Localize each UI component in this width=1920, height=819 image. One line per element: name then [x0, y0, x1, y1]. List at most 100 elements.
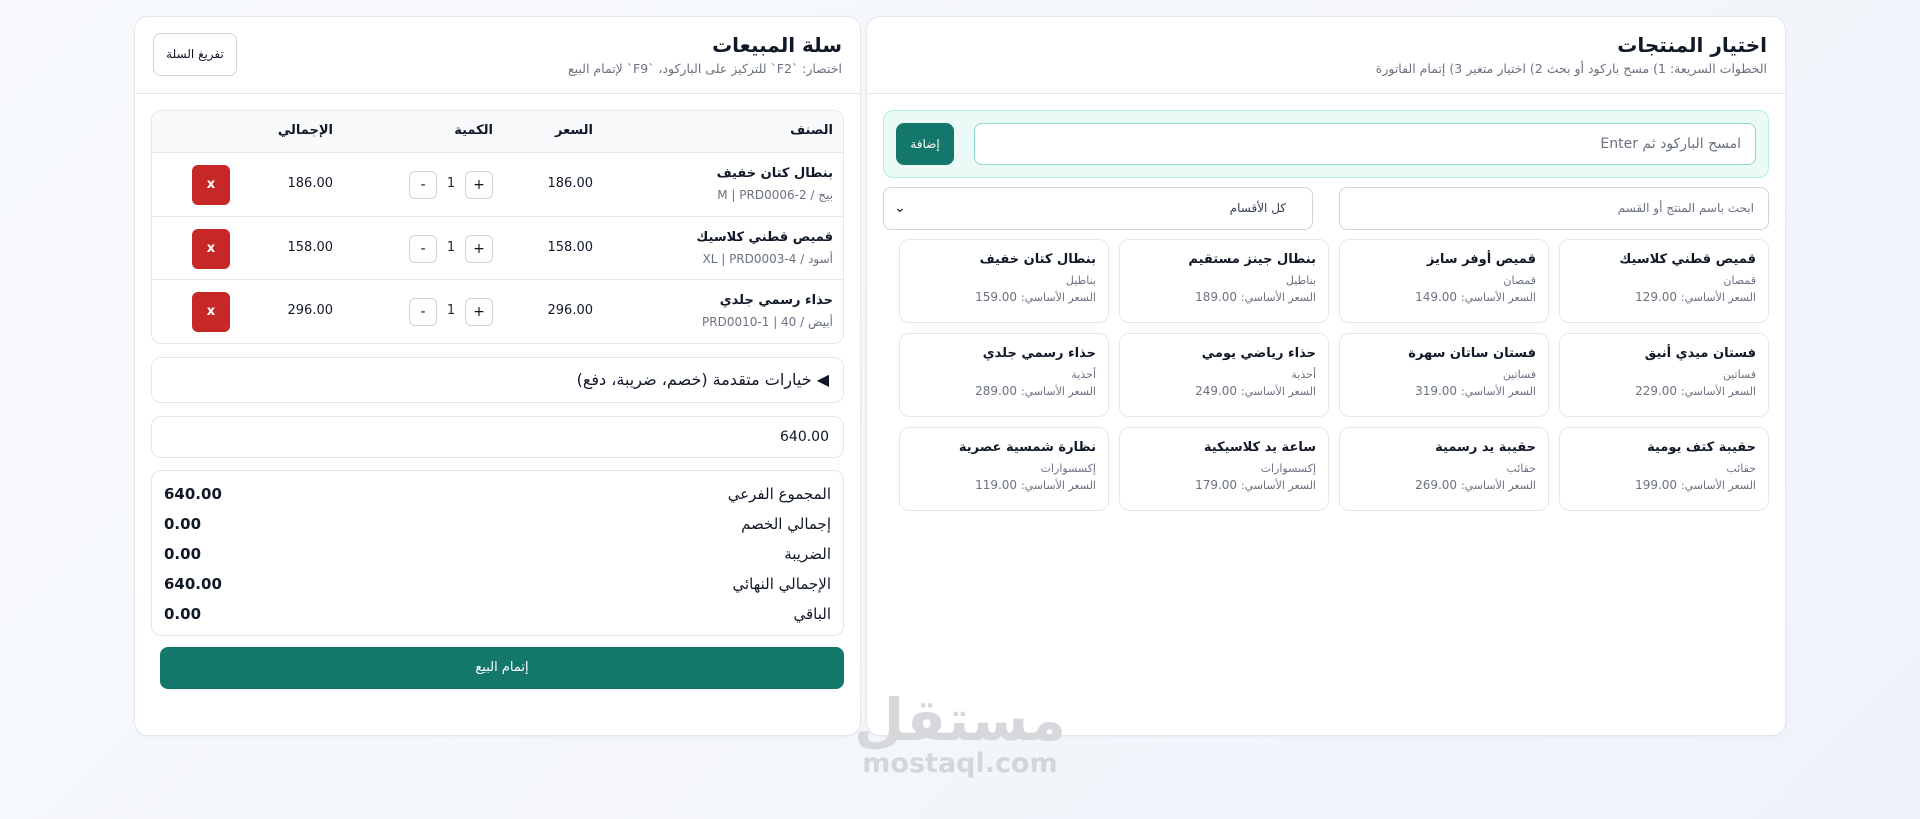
product-card[interactable]: قميص أوفر سايز قمصان السعر الأساسي: 149.00 [1339, 239, 1549, 323]
watermark: مستقل mostaql.com [853, 690, 1067, 779]
cart-item-meta: أبيض / 40 | PRD0010-1 [702, 315, 833, 329]
remove-item-button[interactable]: x [192, 165, 230, 205]
product-category: فساتين [1502, 368, 1536, 381]
product-card[interactable]: نظارة شمسية عصرية إكسسوارات السعر الأساسي:… [899, 427, 1109, 511]
price-value: 269.00 [1415, 478, 1458, 492]
product-category: إكسسوارات [1040, 462, 1096, 475]
cart-table: الصنف السعر الكمية الإجمالي بنطال كتان خ… [151, 110, 844, 344]
add-button[interactable]: إضافة [896, 123, 954, 165]
product-card[interactable]: قميص قطني كلاسيك قمصان السعر الأساسي: 129.… [1559, 239, 1769, 323]
price-value: 159.00 [975, 290, 1018, 304]
product-card[interactable]: حذاء رياضي يومي أحذية السعر الأساسي: 249.0… [1119, 333, 1329, 417]
price-label: السعر الأساسي: [1020, 385, 1096, 398]
decrease-qty-button[interactable]: - [409, 171, 437, 199]
price-value: 149.00 [1415, 290, 1458, 304]
product-category: فساتين [1722, 368, 1756, 381]
decrease-qty-button[interactable]: - [409, 298, 437, 326]
quantity-stepper: +1- [409, 234, 493, 263]
product-search-input[interactable]: ابحث باسم المنتج أو القسم [1339, 187, 1769, 230]
watermark-url: mostaql.com [862, 748, 1058, 779]
summary-subtotal: المجموع الفرعي 640.00 [164, 481, 831, 511]
checkout-button[interactable]: إتمام البيع [160, 647, 844, 689]
cart-item-name: بنطال كتان خفيف [716, 166, 833, 181]
price-label: السعر الأساسي: [1680, 385, 1756, 398]
decrease-qty-button[interactable]: - [409, 234, 437, 263]
subtotal-label: المجموع الفرعي [727, 485, 831, 503]
cart-item-meta: أسود / XL | PRD0003-4 [702, 251, 833, 266]
product-price: السعر الأساسي: 199.00 [1572, 478, 1756, 492]
price-value: 199.00 [1635, 478, 1678, 492]
price-value: 289.00 [975, 384, 1018, 398]
products-subtitle: الخطوات السريعة: 1) مسح باركود أو بحث 2)… [1375, 61, 1767, 76]
product-card[interactable]: بنطال جينز مستقيم بناطيل السعر الأساسي: 18… [1119, 239, 1329, 323]
remaining-value: 0.00 [164, 605, 202, 623]
product-name: حقيبة يد رسمية [1435, 440, 1536, 455]
product-price: السعر الأساسي: 289.00 [912, 384, 1096, 398]
summary-box: المجموع الفرعي 640.00 إجمالي الخصم 0.00 … [151, 470, 844, 636]
remove-item-button[interactable]: x [192, 292, 230, 332]
remove-item-button[interactable]: x [192, 228, 230, 269]
product-name: نظارة شمسية عصرية [958, 440, 1096, 455]
product-name: قميص قطني كلاسيك [1619, 252, 1756, 267]
cart-item-name: حذاء رسمي جلدي [719, 293, 833, 308]
product-card[interactable]: حذاء رسمي جلدي أحذية السعر الأساسي: 289.00 [899, 333, 1109, 417]
barcode-area: امسح الباركود ثم Enter إضافة [883, 110, 1769, 178]
price-value: 319.00 [1415, 384, 1458, 398]
product-grid: قميص قطني كلاسيك قمصان السعر الأساسي: 129.… [881, 239, 1769, 511]
cart-item-total: 296.00 [287, 303, 334, 318]
paid-amount-input[interactable]: 640.00 [151, 416, 844, 458]
product-name: ساعة يد كلاسيكية [1203, 440, 1316, 455]
products-title: اختيار المنتجات [1617, 33, 1767, 57]
cart-row: بنطال كتان خفيف بيج / M | PRD0006-2 186.00… [152, 153, 843, 217]
product-name: حذاء رياضي يومي [1201, 346, 1316, 361]
product-category: حقائب [1726, 462, 1756, 475]
increase-qty-button[interactable]: + [465, 171, 493, 199]
product-price: السعر الأساسي: 119.00 [912, 478, 1096, 492]
product-name: بنطال جينز مستقيم [1188, 252, 1316, 267]
product-card[interactable]: ساعة يد كلاسيكية إكسسوارات السعر الأساسي: … [1119, 427, 1329, 511]
price-value: 249.00 [1195, 384, 1238, 398]
increase-qty-button[interactable]: + [465, 298, 493, 326]
cart-item-price: 296.00 [547, 303, 594, 318]
barcode-input[interactable]: امسح الباركود ثم Enter [974, 123, 1756, 165]
column-item: الصنف [790, 123, 833, 138]
price-label: السعر الأساسي: [1460, 385, 1536, 398]
product-price: السعر الأساسي: 179.00 [1132, 478, 1316, 492]
price-label: السعر الأساسي: [1460, 479, 1536, 492]
cart-item-total: 186.00 [287, 176, 334, 191]
product-card[interactable]: حقيبة يد رسمية حقائب السعر الأساسي: 269.00 [1339, 427, 1549, 511]
price-label: السعر الأساسي: [1680, 479, 1756, 492]
product-card[interactable]: فستان ساتان سهرة فساتين السعر الأساسي: 319… [1339, 333, 1549, 417]
tax-value: 0.00 [164, 545, 202, 563]
cart-panel: سلة المبيعات اختصار: `F2` للتركيز على ال… [134, 16, 861, 736]
summary-grand-total: الإجمالي النهائي 640.00 [164, 571, 831, 601]
cart-item-meta: بيج / M | PRD0006-2 [717, 188, 833, 202]
column-price: السعر [555, 123, 593, 138]
column-total: الإجمالي [277, 123, 333, 138]
increase-qty-button[interactable]: + [465, 234, 493, 263]
price-label: السعر الأساسي: [1020, 479, 1096, 492]
summary-tax: الضريبة 0.00 [164, 541, 831, 571]
price-label: السعر الأساسي: [1240, 291, 1316, 304]
cart-row: قميص قطني كلاسيك أسود / XL | PRD0003-4 158… [152, 217, 843, 280]
discount-label: إجمالي الخصم [741, 515, 831, 533]
grand-total-label: الإجمالي النهائي [732, 575, 831, 593]
product-name: حقيبة كتف يومية [1647, 440, 1756, 455]
product-card[interactable]: فستان ميدي أنيق فساتين السعر الأساسي: 229.… [1559, 333, 1769, 417]
product-price: السعر الأساسي: 189.00 [1132, 290, 1316, 304]
clear-cart-button[interactable]: تفريغ السلة [153, 33, 237, 76]
category-select-value: كل الأقسام [1229, 201, 1286, 215]
cart-subtitle: اختصار: `F2` للتركيز على الباركود، `F9` … [567, 61, 842, 76]
product-category: إكسسوارات [1260, 462, 1316, 475]
price-label: السعر الأساسي: [1460, 291, 1536, 304]
product-category: بناطيل [1285, 274, 1316, 287]
product-category: بناطيل [1065, 274, 1096, 287]
product-card[interactable]: بنطال كتان خفيف بناطيل السعر الأساسي: 159.… [899, 239, 1109, 323]
advanced-options-toggle[interactable]: ◀ خيارات متقدمة (خصم، ضريبة، دفع) [151, 357, 844, 403]
product-card[interactable]: حقيبة كتف يومية حقائب السعر الأساسي: 199.0… [1559, 427, 1769, 511]
category-select[interactable]: كل الأقسام ⌄ [883, 187, 1313, 230]
watermark-logo: مستقل [853, 686, 1067, 754]
remaining-label: الباقي [793, 605, 831, 623]
products-header: اختيار المنتجات الخطوات السريعة: 1) مسح … [867, 17, 1785, 94]
product-price: السعر الأساسي: 149.00 [1352, 290, 1536, 304]
